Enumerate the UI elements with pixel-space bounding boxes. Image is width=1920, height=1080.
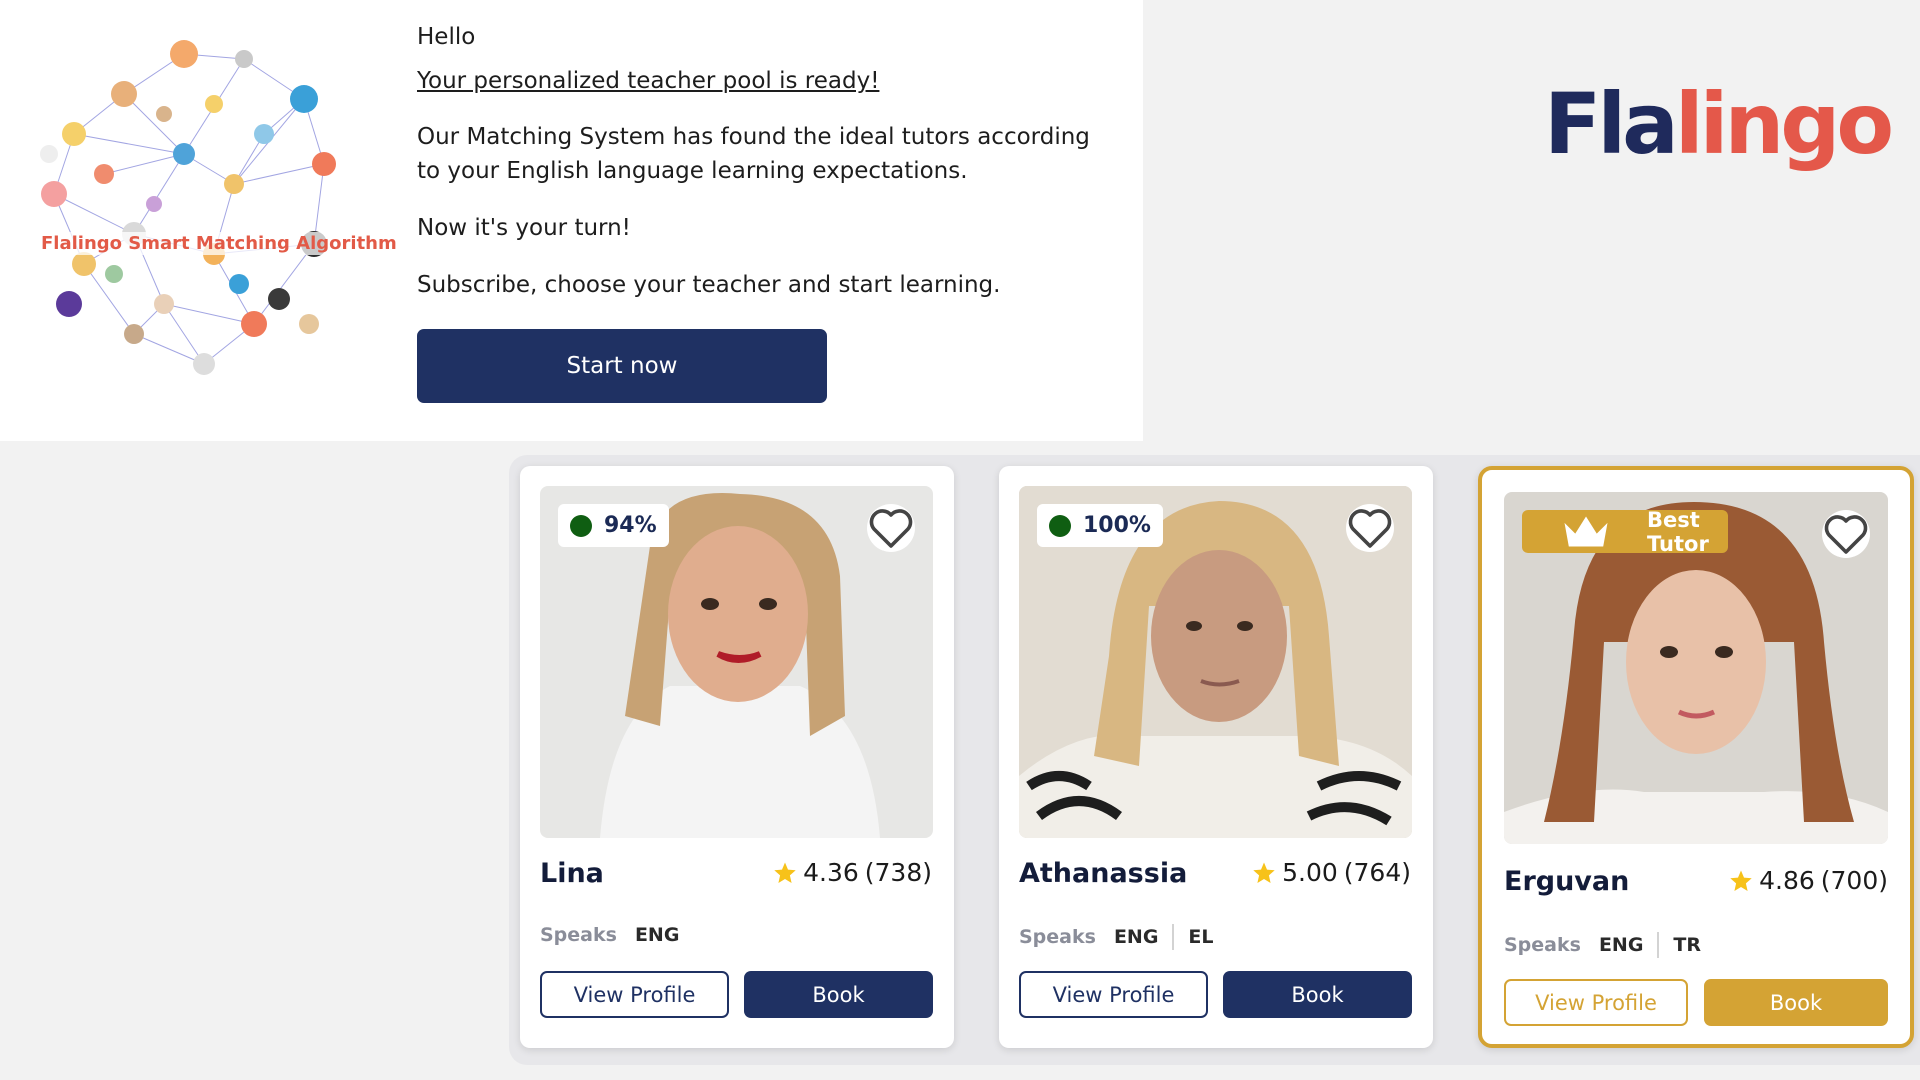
start-now-button[interactable]: Start now — [417, 329, 827, 403]
book-button[interactable]: Book — [1223, 971, 1412, 1018]
turn-text: Now it's your turn! — [417, 215, 631, 241]
rating-value: 4.36 — [803, 858, 859, 887]
match-badge: 94% — [558, 504, 669, 547]
language-tag: EL — [1188, 926, 1214, 948]
speaks-label: Speaks — [540, 924, 617, 946]
speaks-label: Speaks — [1504, 934, 1581, 956]
review-count: (738) — [864, 858, 932, 887]
speaks-row: Speaks ENG TR — [1504, 932, 1701, 958]
best-tutor-badge: Best Tutor — [1522, 507, 1729, 556]
language-tag: TR — [1673, 934, 1702, 956]
language-tag: ENG — [1113, 926, 1159, 948]
star-icon — [774, 862, 796, 883]
email-panel: Flalingo Smart Matching Algorithm Hello … — [0, 0, 1143, 441]
online-dot-icon — [1049, 514, 1071, 537]
book-button[interactable]: Book — [744, 971, 933, 1018]
speaks-label: Speaks — [1019, 926, 1096, 948]
tutor-card-best[interactable]: Best Tutor Erguvan 4.86 (700) Speaks ENG … — [1478, 466, 1914, 1048]
language-divider — [1657, 932, 1660, 958]
view-profile-button[interactable]: View Profile — [1504, 979, 1688, 1026]
logo-part-lingo: lingo — [1674, 75, 1894, 173]
favorite-heart-icon[interactable] — [867, 504, 915, 552]
tutor-name: Lina — [540, 858, 604, 889]
speaks-row: Speaks ENG EL — [1019, 924, 1214, 950]
review-count: (764) — [1343, 858, 1411, 887]
language-divider — [1172, 924, 1175, 950]
favorite-heart-icon[interactable] — [1346, 504, 1394, 552]
rating-value: 5.00 — [1282, 858, 1338, 887]
best-tutor-label: Best Tutor — [1647, 507, 1709, 556]
speaks-row: Speaks ENG — [540, 924, 679, 946]
view-profile-button[interactable]: View Profile — [540, 971, 729, 1018]
match-percent: 100% — [1083, 513, 1151, 538]
flalingo-logo: Flalingo — [1544, 74, 1894, 174]
tutor-name: Erguvan — [1504, 866, 1630, 897]
match-badge: 100% — [1037, 504, 1163, 547]
favorite-heart-icon[interactable] — [1822, 510, 1870, 558]
view-profile-button[interactable]: View Profile — [1019, 971, 1208, 1018]
logo-part-fla: Fla — [1544, 75, 1679, 173]
tutor-name: Athanassia — [1019, 858, 1188, 889]
language-tag: ENG — [1598, 934, 1644, 956]
headline-link[interactable]: Your personalized teacher pool is ready! — [417, 64, 1117, 98]
match-percent: 94% — [604, 513, 657, 538]
tutor-photo[interactable]: 94% — [540, 486, 933, 838]
matching-network-illustration: Flalingo Smart Matching Algorithm — [14, 34, 400, 388]
star-icon — [1253, 862, 1275, 883]
tutor-photo[interactable]: 100% — [1019, 486, 1412, 838]
body-text: Our Matching System has found the ideal … — [417, 124, 1090, 184]
review-count: (700) — [1820, 866, 1888, 895]
crown-icon — [1564, 516, 1608, 547]
algorithm-label: Flalingo Smart Matching Algorithm — [38, 232, 400, 255]
star-icon — [1730, 870, 1752, 891]
email-message: Hello Your personalized teacher pool is … — [417, 20, 1117, 325]
tutor-rating: 4.36 (738) — [773, 858, 932, 887]
tutor-rating: 5.00 (764) — [1252, 858, 1411, 887]
language-tag: ENG — [634, 924, 680, 946]
greeting-text: Hello — [417, 24, 476, 50]
network-graph — [40, 40, 336, 375]
tutor-card[interactable]: 94% Lina 4.36 (738) Speaks ENG View Profi… — [520, 466, 954, 1048]
online-dot-icon — [570, 514, 592, 537]
book-button[interactable]: Book — [1704, 979, 1888, 1026]
tutor-photo[interactable]: Best Tutor — [1504, 492, 1888, 844]
cta-text: Subscribe, choose your teacher and start… — [417, 272, 1001, 298]
rating-value: 4.86 — [1759, 866, 1815, 895]
tutor-card[interactable]: 100% Athanassia 5.00 (764) Speaks ENG EL … — [999, 466, 1433, 1048]
tutor-rating: 4.86 (700) — [1729, 866, 1888, 895]
